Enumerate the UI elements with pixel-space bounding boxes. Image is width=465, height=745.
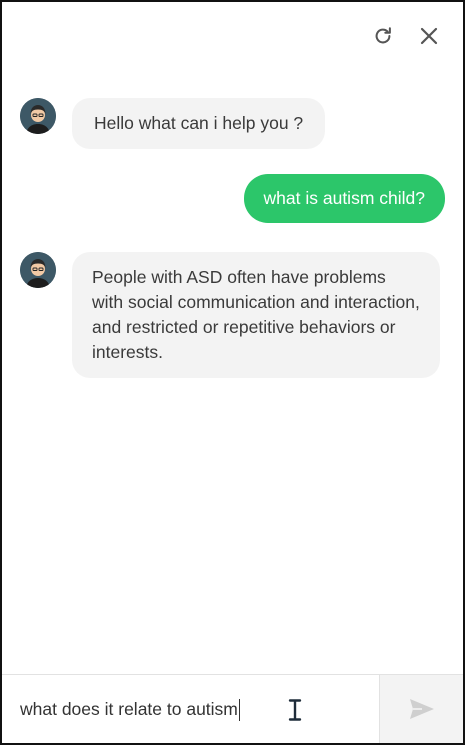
chat-window: Hello what can i help you ? what is auti… [0, 0, 465, 745]
send-icon [409, 699, 434, 719]
message-input-value: what does it relate to autism [20, 699, 238, 719]
refresh-icon [375, 27, 391, 44]
close-button[interactable] [417, 24, 441, 48]
text-caret [238, 699, 240, 722]
bot-avatar-icon [20, 252, 56, 288]
bot-message-bubble: People with ASD often have problems with… [72, 252, 440, 378]
bot-message-bubble: Hello what can i help you ? [72, 98, 326, 149]
message-input[interactable]: what does it relate to autism [2, 675, 380, 743]
send-button[interactable] [379, 675, 463, 743]
close-icon [420, 27, 438, 45]
bot-avatar-icon [20, 98, 56, 134]
ibeam-cursor-icon [288, 699, 302, 721]
header-actions [371, 24, 441, 48]
refresh-button[interactable] [371, 24, 395, 48]
message-composer: what does it relate to autism [2, 674, 463, 743]
user-message-bubble: what is autism child? [243, 174, 445, 223]
